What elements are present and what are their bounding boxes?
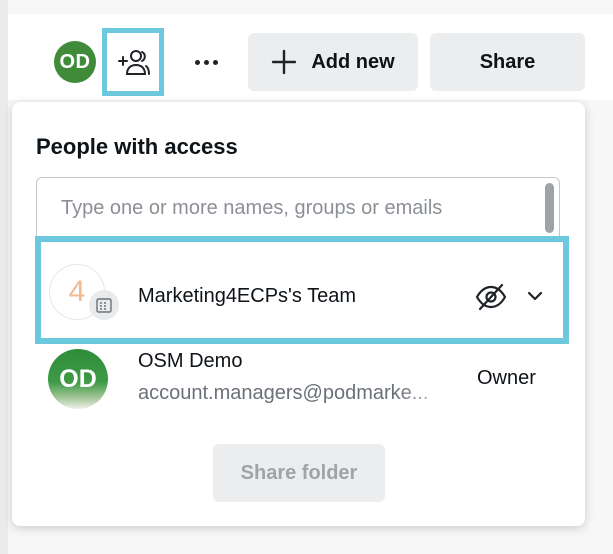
eye-off-icon	[475, 283, 507, 311]
more-dots-icon	[203, 59, 209, 65]
more-options-button[interactable]	[184, 40, 228, 84]
owner-name: OSM Demo	[138, 350, 243, 372]
people-search-input[interactable]	[59, 196, 523, 221]
invite-people-button[interactable]	[102, 28, 164, 96]
share-folder-button[interactable]: Share folder	[213, 444, 385, 502]
share-button[interactable]: Share	[430, 33, 585, 91]
chevron-down-icon	[527, 291, 543, 301]
share-label: Share	[479, 50, 536, 73]
user-avatar[interactable]: OD	[54, 41, 96, 83]
owner-role: Owner	[477, 367, 536, 389]
panel-title: People with access	[36, 134, 238, 159]
team-name: Marketing4ECPs's Team	[138, 285, 356, 307]
owner-avatar-initials: OD	[59, 364, 97, 393]
people-search-box[interactable]	[36, 177, 560, 239]
building-icon	[89, 290, 119, 320]
more-dots-icon	[194, 59, 200, 65]
add-new-button[interactable]: Add new	[248, 33, 418, 91]
user-avatar-initials: OD	[59, 50, 91, 73]
permission-dropdown[interactable]	[523, 284, 547, 308]
add-people-icon	[118, 50, 150, 75]
plus-icon	[272, 49, 297, 75]
team-access-row[interactable]: 4 Marketing4ECPs's Team	[35, 236, 569, 344]
team-logo-glyph: 4	[68, 275, 86, 308]
visibility-toggle[interactable]	[473, 282, 509, 312]
owner-avatar: OD	[48, 349, 108, 409]
add-new-label: Add new	[311, 50, 395, 73]
owner-email: account.managers@podmarke...	[138, 382, 429, 404]
more-dots-icon	[212, 59, 218, 65]
scrollbar-thumb[interactable]	[545, 183, 554, 233]
